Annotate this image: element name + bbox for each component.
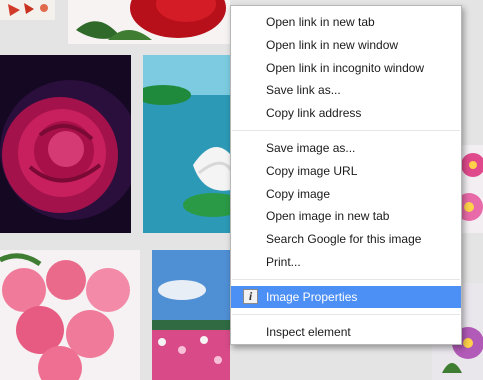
butterfly-image	[8, 3, 48, 16]
field-image	[152, 250, 230, 380]
menu-item-open-link-in-new-window[interactable]: Open link in new window	[231, 34, 461, 56]
menu-item-copy-image-url[interactable]: Copy image URL	[231, 160, 461, 182]
menu-separator	[232, 313, 460, 315]
thumb-flower-field[interactable]	[152, 250, 230, 380]
menu-item-inspect-element[interactable]: Inspect element	[231, 321, 461, 343]
menu-item-label: Inspect element	[266, 324, 351, 339]
menu-item-copy-image[interactable]: Copy image	[231, 183, 461, 205]
menu-item-label: Copy link address	[266, 106, 362, 121]
menu-separator	[232, 278, 460, 280]
menu-item-image-properties[interactable]: i Image Properties	[231, 285, 461, 308]
thumb-pink-rose-dew[interactable]	[0, 55, 131, 233]
menu-item-search-google-for-this-image[interactable]: Search Google for this image	[231, 228, 461, 250]
info-icon: i	[243, 288, 258, 304]
menu-item-label: Copy image URL	[266, 163, 358, 178]
menu-item-label: Print...	[266, 255, 301, 269]
menu-item-label: Save image as...	[266, 141, 356, 155]
context-menu: Open link in new tab Open link in new win…	[230, 5, 462, 345]
thumb-lotus-pond[interactable]	[143, 55, 231, 233]
menu-item-save-link-as[interactable]: Save link as...	[231, 79, 461, 101]
menu-item-label: Copy image	[266, 186, 331, 201]
menu-separator	[232, 130, 460, 131]
thumb-pink-roses-bouquet[interactable]	[0, 250, 140, 380]
lotus-image	[143, 55, 231, 217]
thumb-red-rose-top[interactable]	[68, 0, 230, 44]
menu-item-save-image-as[interactable]: Save image as...	[231, 137, 461, 159]
roses-image	[0, 253, 130, 380]
menu-item-open-link-in-new-tab[interactable]: Open link in new tab	[231, 11, 461, 33]
rose-image	[0, 80, 131, 220]
thumb-butterflies[interactable]	[0, 0, 55, 20]
menu-item-copy-link-address[interactable]: Copy link address	[231, 102, 461, 124]
menu-item-print[interactable]: Print...	[231, 251, 461, 273]
rose-image	[76, 0, 226, 40]
menu-item-label: Open image in new tab	[266, 209, 390, 224]
menu-item-label: Open link in new tab	[266, 15, 375, 29]
menu-item-label: Open link in incognito window	[266, 60, 425, 75]
menu-item-label: Image Properties	[266, 289, 358, 304]
menu-item-label: Search Google for this image	[266, 232, 422, 247]
menu-item-open-link-in-incognito-window[interactable]: Open link in incognito window	[231, 57, 461, 79]
menu-item-open-image-in-new-tab[interactable]: Open image in new tab	[231, 205, 461, 227]
menu-item-label: Open link in new window	[266, 37, 399, 52]
menu-item-label: Save link as...	[266, 83, 341, 98]
